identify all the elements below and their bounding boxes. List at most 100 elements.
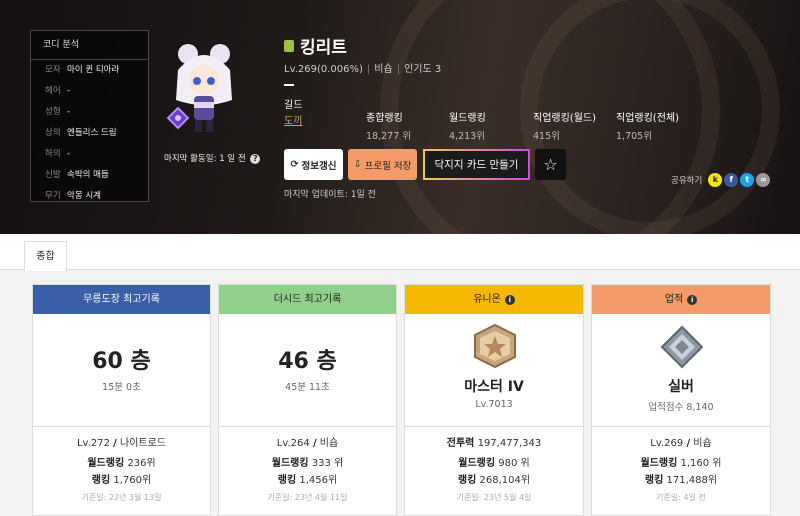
coordi-item: 악몽 시계 xyxy=(67,191,101,201)
rank-job-world: 직업랭킹(월드) 415위 xyxy=(533,109,596,142)
world-rank-value: 1,160 위 xyxy=(680,458,722,469)
union-grade: 마스터 IV xyxy=(464,379,524,395)
divider xyxy=(284,84,294,86)
card-world-rank: 월드랭킹 236위 xyxy=(33,454,210,469)
download-icon: ⇩ xyxy=(353,159,362,170)
character-avatar xyxy=(166,44,232,132)
world-rank-label: 월드랭킹 xyxy=(640,458,678,469)
refresh-label: 정보갱신 xyxy=(301,160,337,172)
card-title: 무릉도장 최고기록 xyxy=(83,294,160,305)
card-divider xyxy=(33,426,210,427)
coordi-row: 신발 속박의 매듭 xyxy=(31,165,148,186)
dojo-floor: 60 층 xyxy=(92,349,151,374)
card-title: 더시드 최고기록 xyxy=(273,294,342,305)
level: Lv.272 xyxy=(76,438,110,449)
achievement-grade: 실버 xyxy=(668,379,694,395)
coordi-row: 상의 엔들리스 드림 xyxy=(31,123,148,144)
slash: / xyxy=(686,438,691,449)
save-profile-label: 프로필 저장 xyxy=(364,160,412,172)
rank-label: 랭킹 xyxy=(277,475,297,486)
coordi-item: 속박의 매듭 xyxy=(67,170,109,180)
separator: | xyxy=(396,64,401,75)
coordi-row: 모자 마이 퀸 티아라 xyxy=(31,60,148,81)
union-level: Lv.7013 xyxy=(475,399,513,410)
coordi-row: 무기 악몽 시계 xyxy=(31,186,148,207)
rank-label: 종합랭킹 xyxy=(366,113,403,124)
card-rank: 랭킹 1,456위 xyxy=(219,471,396,486)
card-date: 기준일: 23년 4월 11일 xyxy=(267,493,348,502)
server-icon xyxy=(284,39,294,52)
slash: / xyxy=(312,438,317,449)
coordi-item: - xyxy=(67,86,71,96)
card-date: 기준일: 22년 3월 13일 xyxy=(81,493,162,502)
level: Lv.269 xyxy=(650,438,684,449)
last-update: 마지막 업데이트: 1일 전 xyxy=(284,190,376,200)
rank-label: 직업랭킹(전체) xyxy=(616,113,680,124)
card-level-job: Lv.264 / 비숍 xyxy=(219,434,396,449)
rank-label: 월드랭킹 xyxy=(449,113,486,124)
power-value: 197,477,343 xyxy=(477,438,542,449)
share-bar: 공유하기 k f t ∞ xyxy=(671,173,771,187)
tab-overview[interactable]: 종합 xyxy=(24,241,67,271)
card-world-rank: 월드랭킹 333 위 xyxy=(219,454,396,469)
make-card-button[interactable]: 닥지지 카드 만들기 xyxy=(423,149,530,180)
job: 비숍 xyxy=(693,438,712,449)
card-divider xyxy=(219,426,396,427)
coordi-row: 헤어 - xyxy=(31,81,148,102)
save-profile-button[interactable]: ⇩ 프로필 저장 xyxy=(348,149,417,180)
info-icon[interactable]: i xyxy=(687,294,698,305)
coordi-item: 마이 퀸 티아라 xyxy=(67,65,120,75)
info-icon[interactable]: i xyxy=(504,294,515,305)
last-active: 마지막 활동일: 1 일 전 ? xyxy=(164,152,261,164)
coordi-slot: 하의 xyxy=(45,149,61,159)
coordi-item: 엔들리스 드림 xyxy=(67,128,117,138)
rank-value: 1,760위 xyxy=(113,475,152,486)
card-power: 전투력 197,477,343 xyxy=(405,434,583,449)
facebook-icon[interactable]: f xyxy=(724,173,739,187)
rank-value: 171,488위 xyxy=(666,475,718,486)
card-divider xyxy=(592,426,770,427)
guild-link[interactable]: 도끼 xyxy=(284,112,302,127)
card-world-rank: 월드랭킹 1,160 위 xyxy=(592,454,770,469)
star-icon: ☆ xyxy=(543,155,558,174)
card-title: 유니온 xyxy=(473,294,501,305)
rank-world: 월드랭킹 4,213위 xyxy=(449,109,486,142)
world-rank-value: 333 위 xyxy=(311,458,344,469)
card-header: 더시드 최고기록 xyxy=(219,285,396,314)
achievement-card: 업적 i 실버 업적점수 8,140 Lv.269 / 비숍 월드랭킹 1,160… xyxy=(591,284,771,516)
rank-value: 1,705위 xyxy=(616,131,652,142)
card-header: 유니온 i xyxy=(405,285,583,314)
union-master-badge-icon xyxy=(474,323,516,369)
twitter-icon[interactable]: t xyxy=(740,173,755,187)
card-rank: 랭킹 268,104위 xyxy=(405,471,583,486)
job: 나이트로드 xyxy=(120,438,166,449)
dojo-card: 무릉도장 최고기록 60 층 15분 0초 Lv.272 / 나이트로드 월드랭… xyxy=(32,284,211,516)
link-icon[interactable]: ∞ xyxy=(756,173,771,187)
help-icon[interactable]: ? xyxy=(250,154,261,164)
card-header: 무릉도장 최고기록 xyxy=(33,285,210,314)
world-rank-value: 980 위 xyxy=(498,458,530,469)
coordi-analysis-panel: 코디 분석 모자 마이 퀸 티아라 헤어 - 성형 - 상의 엔들리스 드림 하의 - 신… xyxy=(30,30,149,202)
level: Lv.264 xyxy=(276,438,310,449)
refresh-icon: ⟳ xyxy=(290,159,299,170)
coordi-row: 성형 - xyxy=(31,102,148,123)
rank-value: 4,213위 xyxy=(449,131,485,142)
coordi-title: 코디 분석 xyxy=(31,31,148,60)
coordi-slot: 상의 xyxy=(45,128,61,138)
favorite-star-button[interactable]: ☆ xyxy=(535,149,566,180)
card-level-job: Lv.272 / 나이트로드 xyxy=(33,434,210,449)
coordi-item: - xyxy=(67,107,71,117)
card-rank: 랭킹 171,488위 xyxy=(592,471,770,486)
world-rank-label: 월드랭킹 xyxy=(458,458,496,469)
card-date: 기준일: 4일 전 xyxy=(656,493,706,502)
refresh-button[interactable]: ⟳ 정보갱신 xyxy=(284,149,343,180)
seed-time: 45분 11초 xyxy=(285,382,330,393)
guild-label: 길드 xyxy=(284,100,303,111)
coordi-slot: 신발 xyxy=(45,170,61,180)
character-name: 킹리트 xyxy=(300,38,347,58)
kakao-icon[interactable]: k xyxy=(708,173,723,187)
power-label: 전투력 xyxy=(446,438,475,449)
character-subinfo: Lv.269(0.006%) | 비숍 | 인기도 3 xyxy=(284,60,441,75)
coordi-item: - xyxy=(67,149,71,159)
coordi-slot: 성형 xyxy=(45,107,61,117)
